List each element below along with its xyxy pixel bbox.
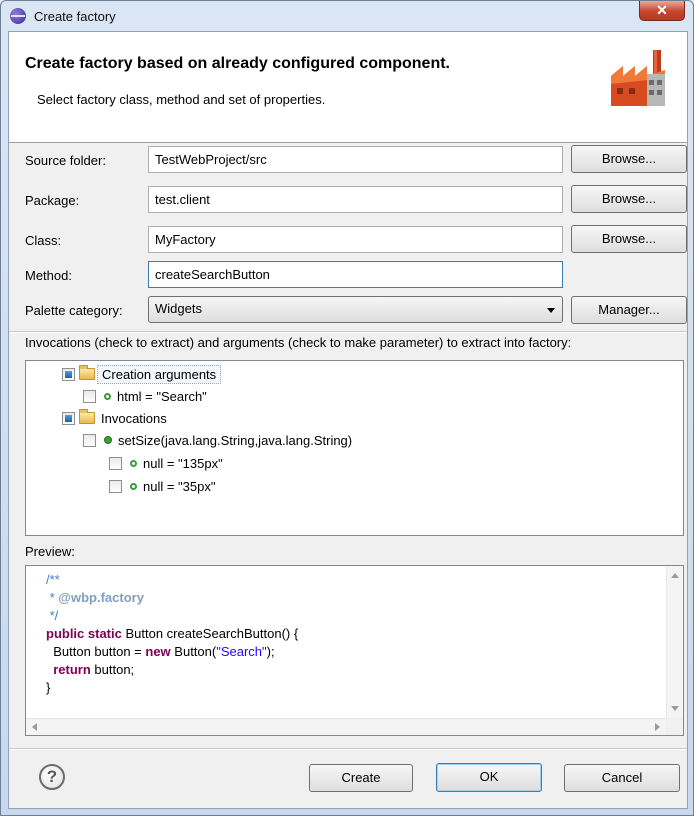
scroll-right-icon[interactable] — [655, 723, 660, 731]
code-line: public static Button createSearchButton(… — [46, 626, 299, 641]
tree-node-width-argument[interactable]: null = "135px" — [109, 452, 223, 474]
tree-checkbox[interactable] — [62, 367, 75, 381]
preview-label: Preview: — [25, 544, 75, 559]
header-title: Create factory based on already configur… — [25, 55, 450, 72]
ok-button[interactable]: OK — [436, 763, 542, 792]
invocations-label: Invocations (check to extract) and argum… — [25, 335, 572, 350]
tree-checkbox[interactable] — [109, 479, 122, 493]
dialog-body: Create factory based on already configur… — [8, 31, 688, 809]
tree-node-label: Creation arguments — [97, 364, 222, 384]
window-title: Create factory — [34, 8, 116, 24]
package-label: Package: — [25, 193, 80, 208]
dialog-window: Create factory ✕ Create factory based on… — [0, 0, 694, 816]
palette-manager-button[interactable]: Manager... — [571, 296, 687, 324]
title-bar: Create factory ✕ — [1, 1, 693, 31]
tree-node-setsize-invocation[interactable]: setSize(java.lang.String,java.lang.Strin… — [83, 429, 352, 451]
invocations-tree[interactable]: Creation arguments html = "Search" Invoc… — [25, 360, 684, 536]
tree-checkbox[interactable] — [62, 411, 75, 425]
tree-node-invocations[interactable]: Invocations — [62, 407, 167, 429]
tree-checkbox[interactable] — [83, 433, 96, 447]
help-icon[interactable]: ? — [39, 764, 65, 790]
class-label: Class: — [25, 233, 62, 248]
source-folder-browse-button[interactable]: Browse... — [571, 145, 687, 173]
class-browse-button[interactable]: Browse... — [571, 225, 687, 253]
package-browse-button[interactable]: Browse... — [571, 185, 687, 213]
close-button[interactable]: ✕ — [639, 1, 685, 21]
chevron-down-icon — [547, 308, 555, 313]
package-field[interactable] — [148, 186, 563, 213]
tree-node-label: Invocations — [101, 410, 167, 426]
field-icon — [130, 459, 137, 467]
method-label: Method: — [25, 268, 72, 283]
palette-category-value: Widgets — [155, 301, 202, 316]
source-folder-label: Source folder: — [25, 153, 106, 168]
vertical-scrollbar[interactable] — [666, 566, 683, 718]
scroll-left-icon[interactable] — [32, 723, 37, 731]
separator — [9, 748, 687, 750]
folder-icon — [79, 409, 95, 424]
class-field[interactable] — [148, 226, 563, 253]
scroll-corner — [666, 718, 683, 735]
dialog-header: Create factory based on already configur… — [9, 32, 687, 143]
tree-node-html-argument[interactable]: html = "Search" — [83, 385, 207, 407]
code-line: * @wbp.factory — [46, 590, 144, 605]
create-button[interactable]: Create — [309, 764, 413, 792]
scroll-down-icon[interactable] — [671, 706, 679, 711]
method-field[interactable] — [148, 261, 563, 288]
source-folder-field[interactable] — [148, 146, 563, 173]
tree-node-label: null = "35px" — [143, 478, 216, 494]
factory-icon — [611, 50, 665, 106]
method-icon — [104, 436, 112, 444]
code-line: /** — [46, 572, 60, 587]
code-line: } — [46, 680, 51, 695]
scroll-up-icon[interactable] — [671, 573, 679, 578]
cancel-button[interactable]: Cancel — [564, 764, 680, 792]
code-line: Button button = new Button("Search"); — [46, 644, 275, 659]
tree-node-label: null = "135px" — [143, 455, 223, 471]
palette-category-label: Palette category: — [25, 303, 123, 318]
tree-node-label: setSize(java.lang.String,java.lang.Strin… — [118, 432, 353, 448]
separator — [9, 331, 687, 333]
folder-icon — [79, 365, 95, 380]
tree-node-creation-arguments[interactable]: Creation arguments — [62, 363, 222, 385]
code-line: */ — [46, 608, 59, 623]
palette-category-select[interactable]: Widgets — [148, 296, 563, 323]
code-line: return button; — [46, 662, 135, 677]
field-icon — [130, 482, 137, 490]
tree-node-label: html = "Search" — [117, 388, 207, 404]
tree-checkbox[interactable] — [83, 389, 96, 403]
tree-node-height-argument[interactable]: null = "35px" — [109, 475, 215, 497]
tree-checkbox[interactable] — [109, 456, 122, 470]
field-icon — [104, 392, 111, 400]
horizontal-scrollbar[interactable] — [26, 718, 666, 735]
header-description: Select factory class, method and set of … — [37, 92, 326, 107]
eclipse-icon — [10, 8, 26, 24]
code-preview[interactable]: /** * @wbp.factory */ public static Butt… — [25, 565, 684, 736]
